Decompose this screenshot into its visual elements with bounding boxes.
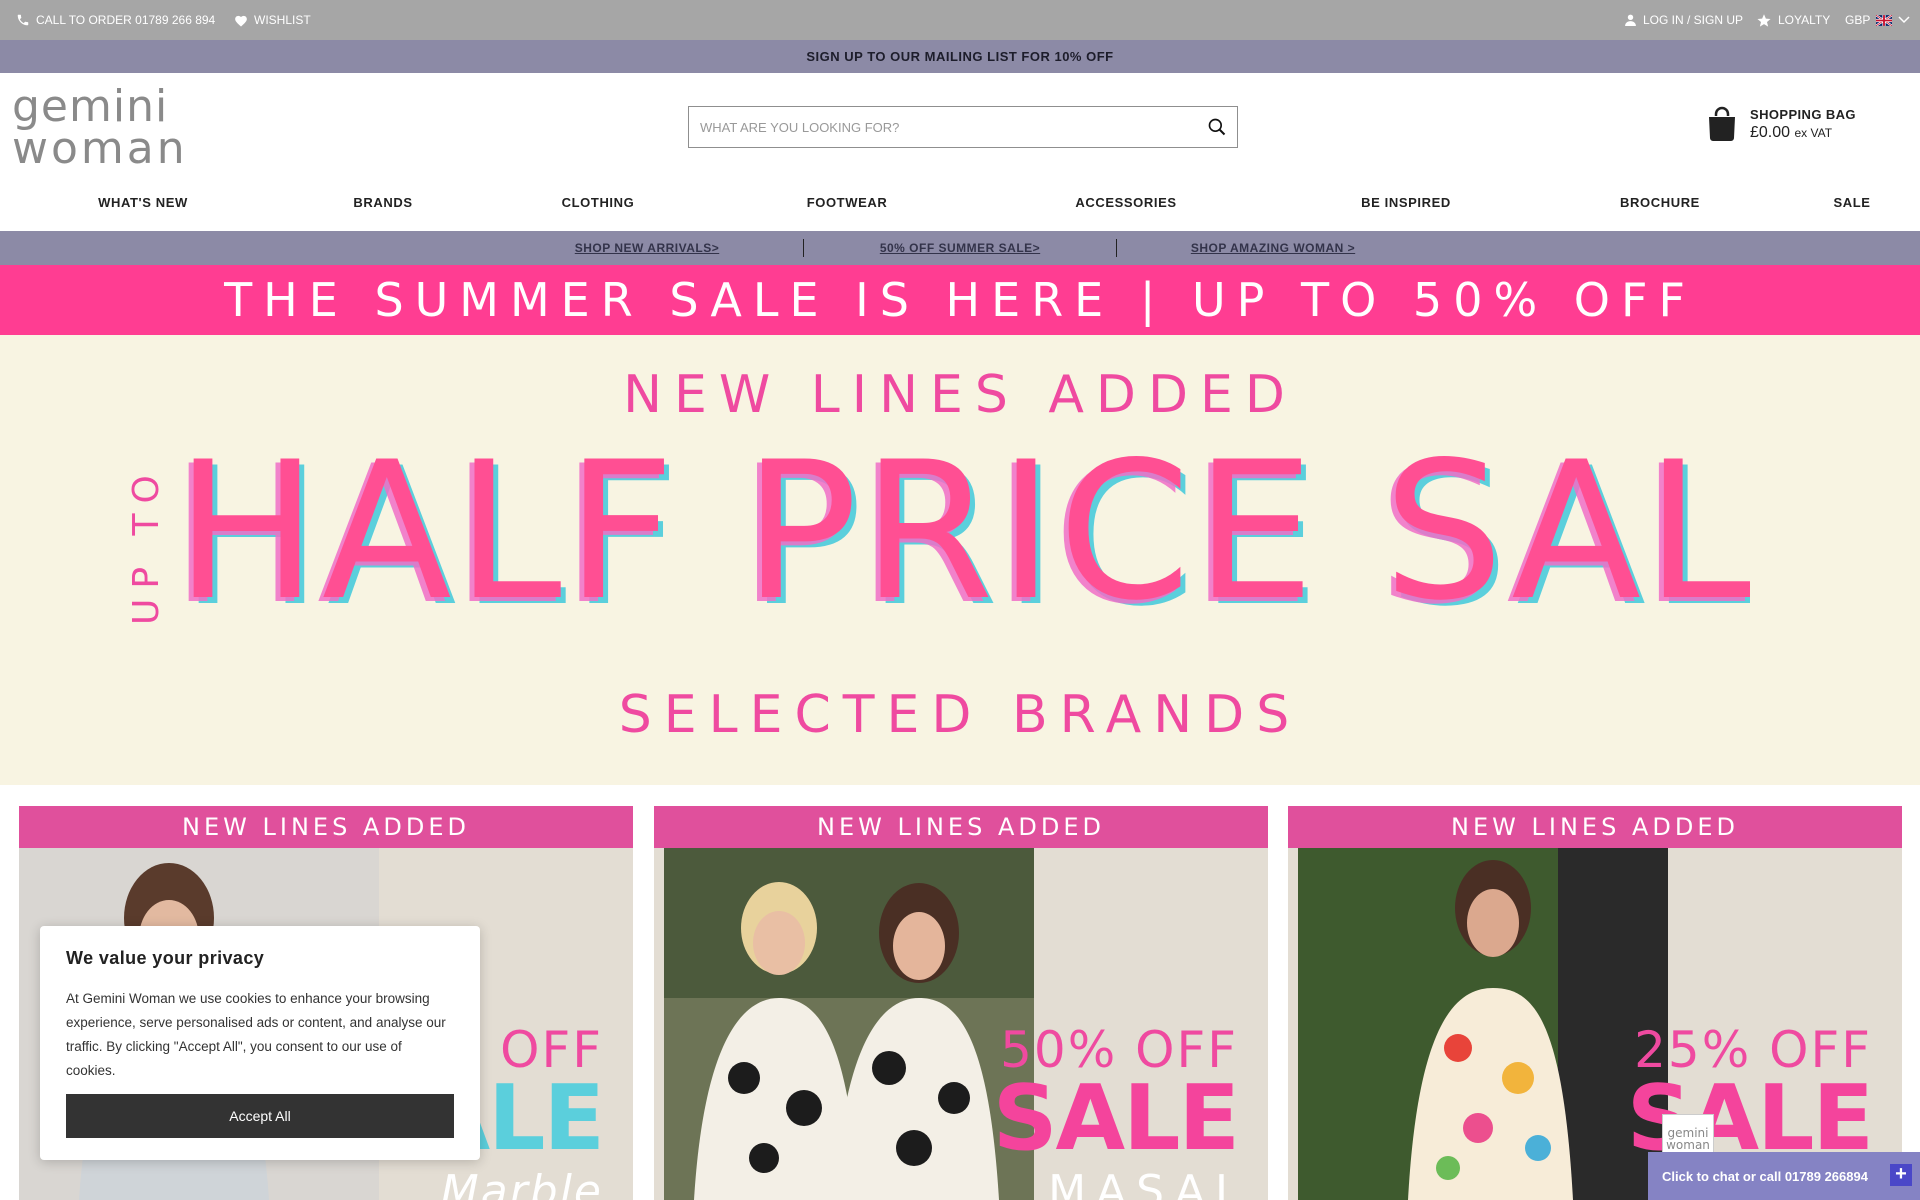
promo-card-3[interactable]: NEW LINES ADDED 25% OFF SALE xyxy=(1288,806,1902,1200)
wishlist-link[interactable]: WISHLIST xyxy=(234,0,311,40)
wishlist-label: WISHLIST xyxy=(254,13,311,27)
loyalty-label: LOYALTY xyxy=(1778,13,1831,27)
site-logo[interactable]: gemini woman xyxy=(12,81,188,174)
card-brand: MASAI xyxy=(1048,1166,1238,1200)
user-icon xyxy=(1625,14,1636,26)
search-bar xyxy=(688,106,1238,148)
top-utility-bar: CALL TO ORDER 01789 266 894 WISHLIST LOG… xyxy=(0,0,1920,40)
hero-up-to-text: UP TO xyxy=(126,465,167,625)
card-brand: Marble xyxy=(440,1166,603,1200)
promo-card-2[interactable]: NEW LINES ADDED 50% OFF SALE MASAI xyxy=(654,806,1268,1200)
hero-banner[interactable]: NEW LINES ADDED UP TO .hl { font-family:… xyxy=(0,335,1920,785)
promo-divider xyxy=(803,239,804,257)
promo-link-new-arrivals[interactable]: SHOP NEW ARRIVALS> xyxy=(575,231,719,265)
login-link[interactable]: LOG IN / SIGN UP xyxy=(1624,0,1743,40)
hero-new-lines-text: NEW LINES ADDED xyxy=(623,365,1297,425)
cookie-body: At Gemini Woman we use cookies to enhanc… xyxy=(66,991,446,1078)
nav-clothing[interactable]: CLOTHING xyxy=(562,185,635,221)
login-label: LOG IN / SIGN UP xyxy=(1643,13,1744,27)
bag-vat-note: ex VAT xyxy=(1794,125,1833,140)
hero-headline-text: HALF PRICE SALE xyxy=(180,435,1750,615)
loyalty-link[interactable]: LOYALTY xyxy=(1756,0,1830,40)
mailing-list-banner[interactable]: SIGN UP TO OUR MAILING LIST FOR 10% OFF xyxy=(0,40,1920,73)
nav-brochure[interactable]: BROCHURE xyxy=(1620,185,1700,221)
phone-icon xyxy=(17,14,29,26)
model-photo xyxy=(1298,848,1668,1200)
call-to-order-link[interactable]: CALL TO ORDER 01789 266 894 xyxy=(16,0,215,40)
promo-divider xyxy=(1116,239,1117,257)
star-icon xyxy=(1757,13,1771,27)
cookie-title: We value your privacy xyxy=(66,948,265,968)
promo-link-amazing-woman[interactable]: SHOP AMAZING WOMAN > xyxy=(1191,231,1355,265)
nav-whats-new[interactable]: WHAT'S NEW xyxy=(98,185,188,221)
chat-logo-line-2: woman xyxy=(1666,1138,1710,1152)
heart-icon xyxy=(235,15,247,27)
accept-all-button[interactable]: Accept All xyxy=(66,1094,454,1138)
summer-sale-text: THE SUMMER SALE IS HERE | UP TO 50% OFF xyxy=(224,273,1696,327)
hero-selected-brands-text: SELECTED BRANDS xyxy=(618,685,1302,745)
logo-line-1: gemini xyxy=(12,81,169,132)
search-icon xyxy=(1208,118,1226,136)
shopping-bag-icon xyxy=(1709,106,1735,141)
cookie-consent-banner: We value your privacy At Gemini Woman we… xyxy=(40,926,480,1160)
nav-be-inspired[interactable]: BE INSPIRED xyxy=(1361,185,1451,221)
chat-label: Click to chat or call 01789 266894 xyxy=(1662,1168,1868,1184)
nav-footwear[interactable]: FOOTWEAR xyxy=(807,185,888,221)
chat-widget[interactable]: Click to chat or call 01789 266894 + xyxy=(1648,1152,1920,1200)
summer-sale-banner[interactable]: THE SUMMER SALE IS HERE | UP TO 50% OFF xyxy=(0,265,1920,335)
uk-flag-icon xyxy=(1876,14,1893,26)
promo-link-summer-sale[interactable]: 50% OFF SUMMER SALE> xyxy=(880,231,1040,265)
bag-total: £0.00 xyxy=(1750,123,1791,141)
hero-headline: .hl { font-family: "DejaVu Sans", sans-s… xyxy=(180,435,1750,615)
nav-accessories[interactable]: ACCESSORIES xyxy=(1075,185,1176,221)
search-button[interactable] xyxy=(1197,117,1237,137)
search-input[interactable] xyxy=(689,107,1197,147)
logo-line-2: woman xyxy=(12,123,188,174)
currency-selector[interactable]: GBP xyxy=(1845,0,1910,40)
model-photo xyxy=(664,848,1034,1200)
chat-expand-icon[interactable]: + xyxy=(1890,1164,1912,1186)
chevron-down-icon xyxy=(1898,16,1910,24)
card-sale: SALE xyxy=(992,1066,1240,1171)
card-band: NEW LINES ADDED xyxy=(654,806,1268,848)
nav-sale[interactable]: SALE xyxy=(1833,185,1870,221)
card-band: NEW LINES ADDED xyxy=(19,806,633,848)
call-to-order-label: CALL TO ORDER 01789 266 894 xyxy=(36,13,216,27)
promo-links-bar: SHOP NEW ARRIVALS> 50% OFF SUMMER SALE> … xyxy=(0,231,1920,265)
card-band: NEW LINES ADDED xyxy=(1288,806,1902,848)
shopping-bag-label: SHOPPING BAG xyxy=(1750,106,1856,122)
currency-label: GBP xyxy=(1845,13,1871,27)
shopping-bag[interactable]: SHOPPING BAG £0.00 ex VAT xyxy=(1706,106,1856,142)
mailing-list-text: SIGN UP TO OUR MAILING LIST FOR 10% OFF xyxy=(806,49,1114,64)
main-navigation: WHAT'S NEW BRANDS CLOTHING FOOTWEAR ACCE… xyxy=(0,185,1920,221)
nav-brands[interactable]: BRANDS xyxy=(353,185,412,221)
